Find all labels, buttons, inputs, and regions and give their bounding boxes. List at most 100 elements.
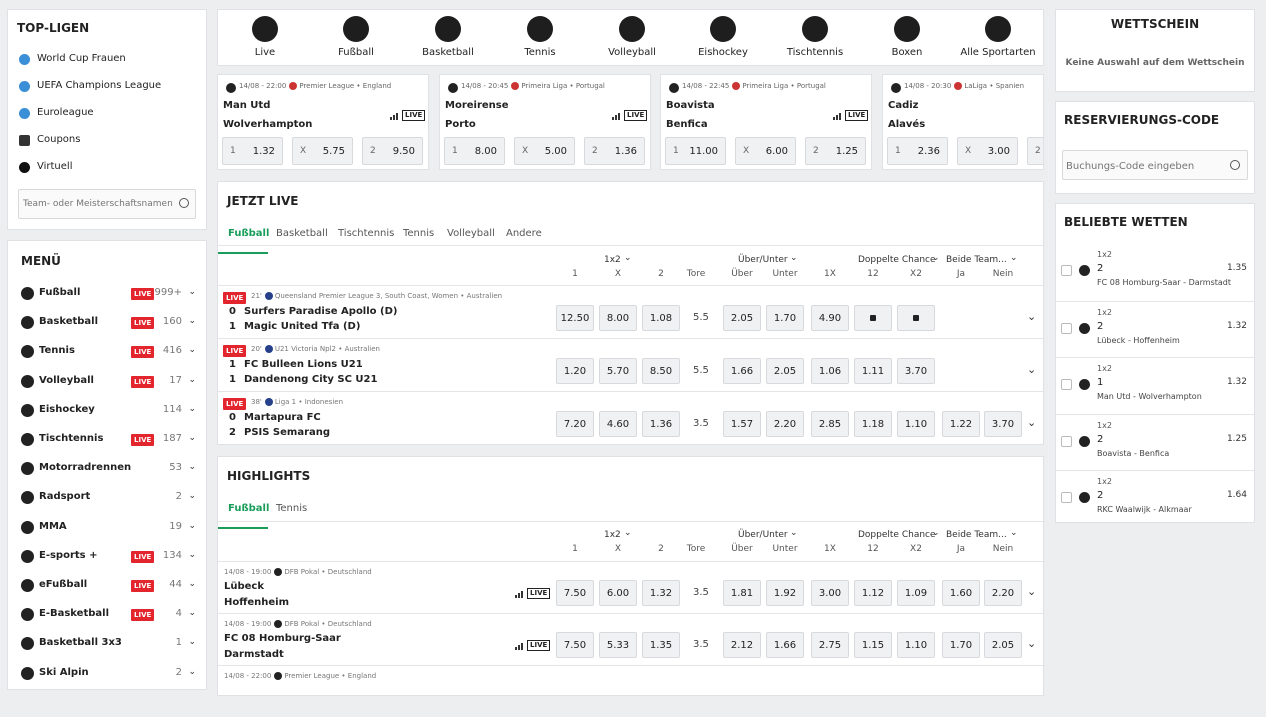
checkbox[interactable] <box>1061 492 1072 503</box>
tab-volleyball[interactable]: Volleyball <box>447 228 495 239</box>
odds-button[interactable]: X 5.75 <box>292 137 353 165</box>
top-league-item[interactable]: Virtuell <box>19 161 199 175</box>
odds-button[interactable]: 1.66 <box>766 632 804 658</box>
chevron-down-icon[interactable]: ⌄ <box>1010 528 1018 538</box>
market-header-m2[interactable]: Über/Unter <box>738 255 788 265</box>
odds-button[interactable]: 7.50 <box>556 580 594 606</box>
sport-tab-5[interactable]: Eishockey <box>678 14 768 62</box>
menu-item[interactable]: Fußball LIVE 999+ ⌄ <box>21 286 196 302</box>
top-league-item[interactable]: World Cup Frauen <box>19 53 199 67</box>
odds-button[interactable]: X 3.00 <box>957 137 1018 165</box>
tab-tennis[interactable]: Tennis <box>276 503 307 514</box>
odds-button[interactable]: 8.00 <box>599 305 637 331</box>
odds-button[interactable]: 1.60 <box>942 580 980 606</box>
odds-button[interactable]: 6.00 <box>599 580 637 606</box>
top-league-item[interactable]: UEFA Champions League <box>19 80 199 94</box>
table-row[interactable]: LIVE 21' Queensland Premier League 3, Sout… <box>218 285 1043 338</box>
odds-button[interactable] <box>897 305 935 331</box>
menu-item[interactable]: Eishockey 114 ⌄ <box>21 403 196 419</box>
menu-item[interactable]: Motorradrennen 53 ⌄ <box>21 461 196 477</box>
odds-button[interactable]: 1.32 <box>642 580 680 606</box>
chevron-down-icon[interactable]: ⌄ <box>188 462 196 472</box>
table-row[interactable]: 14/08 - 19:00 DFB Pokal • Deutschland Lübe… <box>218 561 1043 613</box>
popular-bet-item[interactable]: 1x2 1 Man Utd - Wolverhampton 1.32 <box>1056 357 1254 413</box>
market-header-m3[interactable]: Doppelte Chance <box>858 530 936 540</box>
market-header-m1[interactable]: 1x2 <box>604 530 621 540</box>
odds-button[interactable]: 1.70 <box>942 632 980 658</box>
odds-button[interactable]: 12.50 <box>556 305 594 331</box>
odds-button[interactable]: 4.90 <box>811 305 849 331</box>
chevron-down-icon[interactable]: ⌄ <box>1027 416 1036 429</box>
popular-bet-item[interactable]: 1x2 2 Boavista - Benfica 1.25 <box>1056 413 1254 470</box>
menu-item[interactable]: Tischtennis LIVE 187 ⌄ <box>21 432 196 448</box>
odds-button[interactable]: 8.50 <box>642 358 680 384</box>
odds-button[interactable]: 5.70 <box>599 358 637 384</box>
odds-button[interactable]: 2 1.36 <box>584 137 645 165</box>
odds-button[interactable]: 1.11 <box>854 358 892 384</box>
table-row[interactable]: LIVE 20' U21 Victoria Npl2 • Australien 1 1 F… <box>218 338 1043 391</box>
chevron-down-icon[interactable]: ⌄ <box>188 579 196 589</box>
table-row[interactable]: 14/08 - 19:00 DFB Pokal • Deutschland FC 0… <box>218 613 1043 665</box>
odds-button[interactable]: 2.20 <box>984 580 1022 606</box>
menu-item[interactable]: Basketball LIVE 160 ⌄ <box>21 315 196 331</box>
menu-item[interactable]: E-Basketball LIVE 4 ⌄ <box>21 607 196 623</box>
sport-tab-8[interactable]: Alle Sportarten <box>953 14 1043 62</box>
odds-button[interactable]: 2.12 <box>723 632 761 658</box>
chevron-down-icon[interactable]: ⌄ <box>1027 363 1036 376</box>
sport-tab-4[interactable]: Volleyball <box>587 14 677 62</box>
odds-button[interactable]: 7.20 <box>556 411 594 437</box>
popular-bet-item[interactable]: 1x2 2 FC 08 Homburg-Saar - Darmstadt 1.35 <box>1056 244 1254 300</box>
market-header-m4[interactable]: Beide Team... <box>946 530 1007 540</box>
league-search-input[interactable] <box>23 196 173 212</box>
chevron-down-icon[interactable]: ⌄ <box>624 528 632 538</box>
table-row[interactable]: LIVE 38' Liga 1 • Indonesien 0 2 Martapura FC… <box>218 391 1043 444</box>
sport-tab-3[interactable]: Tennis <box>495 14 585 62</box>
odds-button[interactable]: 1.10 <box>897 411 935 437</box>
chevron-down-icon[interactable]: ⌄ <box>188 550 196 560</box>
odds-button[interactable]: 1 8.00 <box>444 137 505 165</box>
chevron-down-icon[interactable]: ⌄ <box>932 528 940 538</box>
odds-button[interactable] <box>854 305 892 331</box>
menu-item[interactable]: Tennis LIVE 416 ⌄ <box>21 344 196 360</box>
odds-button[interactable]: 1.35 <box>642 632 680 658</box>
chevron-down-icon[interactable]: ⌄ <box>188 375 196 385</box>
menu-item[interactable]: eFußball LIVE 44 ⌄ <box>21 578 196 594</box>
odds-button[interactable]: X 5.00 <box>514 137 575 165</box>
menu-item[interactable]: MMA 19 ⌄ <box>21 520 196 536</box>
checkbox[interactable] <box>1061 265 1072 276</box>
sport-tab-2[interactable]: Basketball <box>403 14 493 62</box>
chevron-down-icon[interactable]: ⌄ <box>1027 585 1036 598</box>
chevron-down-icon[interactable]: ⌄ <box>790 253 798 263</box>
menu-item[interactable]: Basketball 3x3 1 ⌄ <box>21 636 196 652</box>
chevron-down-icon[interactable]: ⌄ <box>790 528 798 538</box>
tab-basketball[interactable]: Basketball <box>276 228 328 239</box>
odds-button[interactable]: 1.15 <box>854 632 892 658</box>
chevron-down-icon[interactable]: ⌄ <box>932 253 940 263</box>
chevron-down-icon[interactable]: ⌄ <box>188 433 196 443</box>
booking-code-box[interactable] <box>1062 150 1248 180</box>
search-icon[interactable] <box>179 198 189 208</box>
odds-button[interactable]: 1.22 <box>942 411 980 437</box>
chevron-down-icon[interactable]: ⌄ <box>188 404 196 414</box>
chevron-down-icon[interactable]: ⌄ <box>624 253 632 263</box>
chevron-down-icon[interactable]: ⌄ <box>188 287 196 297</box>
featured-match-card[interactable]: 14/08 - 22:00 Premier League • England Man… <box>217 74 429 170</box>
tab-tennis[interactable]: Tennis <box>403 228 434 239</box>
chevron-down-icon[interactable]: ⌄ <box>1010 253 1018 263</box>
menu-item[interactable]: Radsport 2 ⌄ <box>21 490 196 506</box>
menu-item[interactable]: E-sports + LIVE 134 ⌄ <box>21 549 196 565</box>
chevron-down-icon[interactable]: ⌄ <box>188 667 196 677</box>
odds-button[interactable]: 1.12 <box>854 580 892 606</box>
odds-button[interactable]: 3.70 <box>897 358 935 384</box>
odds-button[interactable]: 2 1.25 <box>805 137 866 165</box>
search-icon[interactable] <box>1230 160 1240 170</box>
chevron-down-icon[interactable]: ⌄ <box>188 608 196 618</box>
market-header-m1[interactable]: 1x2 <box>604 255 621 265</box>
odds-button[interactable]: 2.05 <box>723 305 761 331</box>
odds-button[interactable]: 1 2.36 <box>887 137 948 165</box>
top-league-item[interactable]: Coupons <box>19 134 199 148</box>
odds-button[interactable]: 1.36 <box>642 411 680 437</box>
market-header-m2[interactable]: Über/Unter <box>738 530 788 540</box>
chevron-down-icon[interactable]: ⌄ <box>188 345 196 355</box>
market-header-m3[interactable]: Doppelte Chance <box>858 255 936 265</box>
